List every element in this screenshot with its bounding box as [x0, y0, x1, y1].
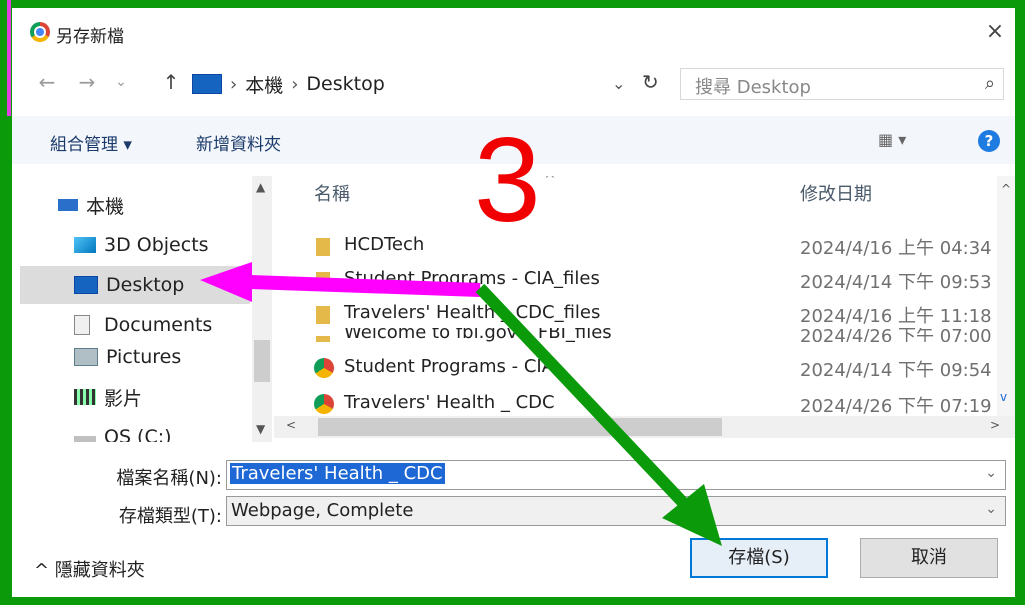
step-number: 3 [474, 113, 541, 247]
filename-label: 檔案名稱(N): [116, 468, 222, 489]
sidebar-item-pictures[interactable]: Pictures [20, 338, 250, 376]
file-row[interactable]: Student Programs - CIA 2024/4/14 下午 09:5… [274, 352, 994, 382]
file-row[interactable]: HCDTech 2024/4/16 上午 04:34 [274, 230, 994, 260]
search-input[interactable]: 搜尋 Desktop ⌕ [680, 68, 1004, 100]
up-button[interactable]: ↑ [158, 70, 184, 94]
scroll-up-icon[interactable]: ▲ [256, 180, 265, 194]
column-header-date[interactable]: 修改日期 [800, 180, 872, 206]
chrome-icon [314, 358, 334, 378]
hide-folders-toggle[interactable]: ^ 隱藏資料夾 [34, 556, 145, 582]
cancel-button[interactable]: 取消 [860, 538, 998, 578]
save-button[interactable]: 存檔(S) [690, 538, 828, 578]
sidebar-item-label: Documents [104, 314, 213, 336]
file-name: HCDTech [344, 234, 425, 255]
scroll-left-icon[interactable]: < [286, 418, 296, 432]
breadcrumb-this-pc[interactable]: 本機 [245, 71, 283, 98]
scroll-down-icon[interactable]: v [1000, 390, 1007, 404]
sidebar-item-desktop[interactable]: Desktop [20, 266, 250, 304]
desktop-icon [192, 74, 222, 94]
sidebar-item-os-c[interactable]: OS (C:) [20, 418, 250, 442]
file-date: 2024/4/14 下午 09:53 [800, 272, 992, 293]
file-row[interactable]: Student Programs - CIA_files 2024/4/14 下… [274, 264, 994, 294]
sidebar-item-label: 3D Objects [104, 234, 209, 256]
sidebar-item-videos[interactable]: 影片 [20, 378, 250, 416]
cube-icon [74, 237, 96, 253]
refresh-button[interactable]: ↻ [642, 70, 659, 94]
search-icon[interactable]: ⌕ [985, 73, 995, 94]
file-name: Student Programs - CIA [344, 356, 555, 377]
close-button[interactable]: × [975, 12, 1015, 52]
organize-menu-button[interactable]: 組合管理 ▾ [50, 130, 132, 155]
filename-input[interactable]: Travelers' Health _ CDC ⌄ [226, 460, 1006, 490]
breadcrumb-separator: › [291, 73, 299, 95]
address-bar[interactable]: › 本機 › Desktop [192, 68, 672, 100]
filetype-value: Webpage, Complete [231, 500, 414, 521]
file-date: 2024/4/26 下午 07:19 [800, 396, 992, 417]
file-name: Travelers' Health _ CDC_files [344, 302, 601, 323]
file-row[interactable]: Travelers' Health _ CDC_files 2024/4/16 … [274, 298, 994, 328]
sidebar-item-label: 影片 [104, 387, 143, 410]
drive-icon [74, 436, 96, 442]
navigation-bar: ← → ⌄ ↑ › 本機 › Desktop ⌄ ↻ 搜尋 Desktop ⌕ [12, 64, 1015, 104]
view-options-button[interactable]: ▦ ▾ [878, 130, 906, 149]
scroll-up-icon[interactable]: ^ [1001, 182, 1011, 196]
help-icon[interactable]: ? [978, 130, 1000, 152]
search-placeholder: 搜尋 Desktop [695, 77, 811, 98]
sidebar-scrollbar[interactable]: ▲ ▼ [252, 176, 272, 442]
chevron-down-icon[interactable]: ⌄ [985, 501, 997, 517]
pink-accent-line [7, 0, 11, 116]
breadcrumb-separator: › [230, 73, 238, 95]
sidebar-item-this-pc[interactable]: 本機 [58, 186, 272, 224]
folder-icon [316, 272, 330, 290]
back-button[interactable]: ← [34, 70, 60, 94]
file-date: 2024/4/16 上午 04:34 [800, 238, 992, 259]
chrome-icon [314, 394, 334, 414]
file-name: Student Programs - CIA_files [344, 268, 600, 289]
file-name: Travelers' Health _ CDC [344, 392, 555, 413]
sort-indicator-icon: ^ [544, 176, 556, 188]
sidebar-item-3d-objects[interactable]: 3D Objects [20, 226, 250, 264]
filetype-label: 存檔類型(T): [118, 506, 222, 527]
breadcrumb-desktop[interactable]: Desktop [306, 73, 384, 95]
file-date: 2024/4/26 下午 07:00 [800, 328, 992, 342]
computer-icon [58, 199, 78, 211]
file-list: 名稱 ^ 修改日期 HCDTech 2024/4/16 上午 04:34 Stu… [274, 176, 1015, 442]
scrollbar-thumb[interactable] [254, 340, 270, 382]
file-date: 2024/4/14 下午 09:54 [800, 360, 992, 381]
column-header-name[interactable]: 名稱 [314, 180, 350, 206]
chevron-down-icon[interactable]: ⌄ [985, 465, 997, 481]
folder-icon [316, 336, 330, 342]
recent-locations-button[interactable]: ⌄ [108, 74, 134, 90]
file-list-vertical-scrollbar[interactable]: ^ v [997, 176, 1015, 416]
picture-icon [74, 348, 98, 366]
forward-button[interactable]: → [74, 70, 100, 94]
file-row[interactable]: Welcome to fbi.gov _ FBI_files 2024/4/26… [274, 328, 994, 342]
scroll-right-icon[interactable]: > [990, 418, 1000, 432]
sidebar-item-label: Pictures [106, 346, 182, 368]
scrollbar-thumb[interactable] [318, 418, 722, 436]
address-dropdown-button[interactable]: ⌄ [612, 74, 625, 93]
sidebar-item-label: OS (C:) [104, 426, 172, 442]
sidebar-item-label: Desktop [106, 274, 185, 296]
filename-value: Travelers' Health _ CDC [230, 463, 445, 484]
save-as-dialog: 另存新檔 × ← → ⌄ ↑ › 本機 › Desktop ⌄ ↻ 搜尋 Des… [12, 8, 1015, 597]
sidebar-item-label: 本機 [86, 195, 125, 218]
video-icon [74, 389, 96, 405]
navigation-pane: 本機 3D Objects Desktop Documents Pictures… [20, 176, 272, 442]
document-icon [74, 315, 90, 335]
file-name: Welcome to fbi.gov _ FBI_files [344, 328, 612, 342]
desktop-icon [74, 276, 98, 294]
chrome-icon [30, 22, 50, 42]
window-title: 另存新檔 [56, 27, 124, 47]
filetype-select[interactable]: Webpage, Complete ⌄ [226, 496, 1006, 526]
scroll-down-icon[interactable]: ▼ [256, 422, 265, 436]
file-list-horizontal-scrollbar[interactable]: < > [274, 416, 1015, 438]
new-folder-button[interactable]: 新增資料夾 [196, 130, 281, 155]
title-bar: 另存新檔 × [12, 8, 1015, 56]
folder-icon [316, 306, 330, 324]
file-date: 2024/4/16 上午 11:18 [800, 306, 992, 327]
folder-icon [316, 238, 330, 256]
file-row[interactable]: Travelers' Health _ CDC 2024/4/26 下午 07:… [274, 388, 994, 418]
